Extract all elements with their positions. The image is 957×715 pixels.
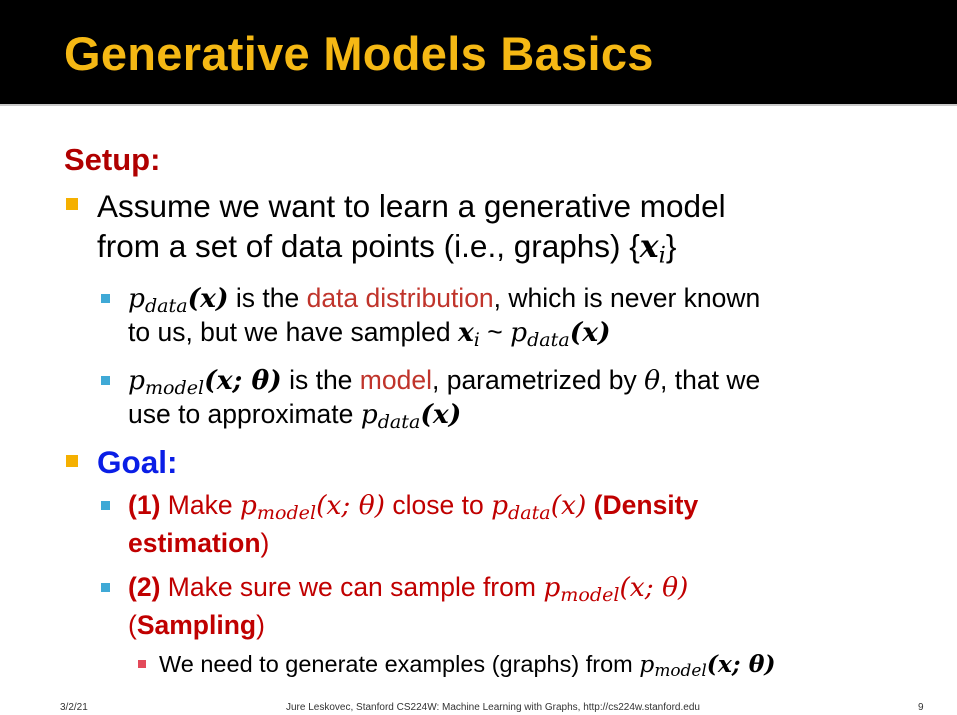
bullet1-line2: from a set of data points (i.e., graphs)… [97,228,677,269]
sub-bullet-square-icon [101,583,110,592]
footer-page-number: 9 [918,702,924,713]
bullet-square-icon [66,455,78,467]
goal1-line2: estimation) [128,528,270,558]
goal1-line1: (1) Make pmodel(x; θ) close to pdata(x) … [128,490,699,524]
goal2-line2: (Sampling) [128,610,265,640]
sub-sub-bullet-square-icon [138,660,146,668]
sub2-line2: use to approximate pdata(x) [128,399,462,433]
setup-heading: Setup: [64,142,161,177]
goal2-sub-line: We need to generate examples (graphs) fr… [159,650,776,681]
sub-bullet-square-icon [101,501,110,510]
sub-bullet-square-icon [101,376,110,385]
sub1-line2: to us, but we have sampled xi ~ pdata(x) [128,317,611,351]
slide-body: Setup: Assume we want to learn a generat… [0,0,957,715]
goal-heading: Goal: [97,444,178,480]
bullet1-line1: Assume we want to learn a generative mod… [97,188,726,224]
bullet-square-icon [66,198,78,210]
goal2-line1: (2) Make sure we can sample from pmodel(… [128,572,689,606]
footer-credit: Jure Leskovec, Stanford CS224W: Machine … [286,702,700,713]
footer-date: 3/2/21 [60,702,88,713]
sub-bullet-square-icon [101,294,110,303]
